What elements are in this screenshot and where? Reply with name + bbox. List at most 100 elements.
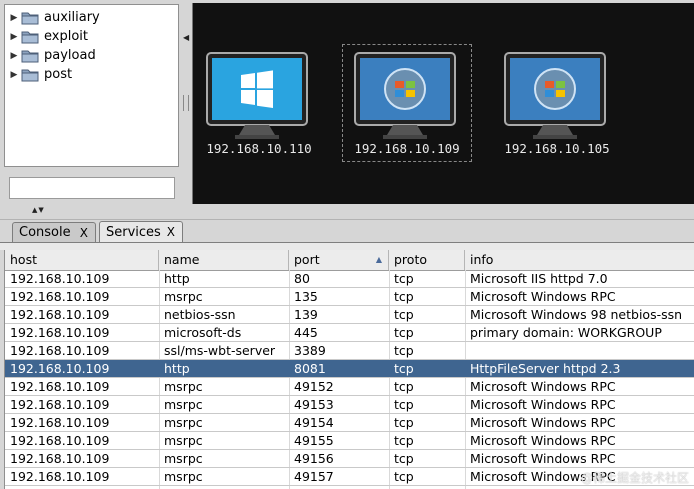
- cell-info: Microsoft Windows RPC: [470, 289, 616, 304]
- splitter-handle[interactable]: [183, 95, 189, 111]
- cell-port: 135: [294, 289, 318, 304]
- folder-icon: [21, 12, 39, 24]
- cell-name: msrpc: [164, 289, 203, 304]
- cell-port: 49152: [294, 379, 334, 394]
- targets-canvas[interactable]: 192.168.10.110 192.168.10.109 192.168.10…: [192, 3, 694, 204]
- cell-port: 445: [294, 325, 318, 340]
- column-header-name[interactable]: name: [159, 250, 289, 270]
- expand-arrow-icon[interactable]: ▶: [9, 32, 19, 42]
- table-row[interactable]: 192.168.10.109 msrpc 49156 tcp Microsoft Win…: [5, 450, 694, 468]
- cell-host: 192.168.10.109: [10, 343, 110, 358]
- expand-arrow-icon[interactable]: ▶: [9, 13, 19, 23]
- expand-arrow-icon[interactable]: ▶: [9, 51, 19, 61]
- cell-port: 49153: [294, 397, 334, 412]
- cell-info: Microsoft IIS httpd 7.0: [470, 271, 608, 286]
- table-row[interactable]: 192.168.10.109 microsoft-ds 445 tcp primary …: [5, 324, 694, 342]
- cell-host: 192.168.10.109: [10, 469, 110, 484]
- folder-icon: [21, 31, 39, 43]
- table-header: host name port ▲ proto info: [5, 250, 694, 271]
- table-row[interactable]: 192.168.10.109 ssl/ms-wbt-server 3389 tcp: [5, 342, 694, 360]
- table-row[interactable]: 192.168.10.109 msrpc 49153 tcp Microsoft Win…: [5, 396, 694, 414]
- cell-name: msrpc: [164, 415, 203, 430]
- tree-item-payload[interactable]: ▶ payload: [5, 46, 178, 65]
- cell-name: msrpc: [164, 451, 203, 466]
- tree-item-label: auxiliary: [44, 10, 100, 25]
- tree-item-label: exploit: [44, 29, 88, 44]
- tree-item-post[interactable]: ▶ post: [5, 65, 178, 84]
- cell-proto: tcp: [394, 415, 414, 430]
- column-header-proto[interactable]: proto: [389, 250, 465, 270]
- split-divider[interactable]: [0, 205, 694, 220]
- cell-info: [465, 342, 694, 360]
- cell-name: microsoft-ds: [164, 325, 242, 340]
- cell-info: Microsoft Windows RPC: [470, 379, 616, 394]
- services-table: host name port ▲ proto info 192.168.10.1…: [4, 250, 694, 489]
- column-header-port[interactable]: port ▲: [289, 250, 389, 270]
- cell-name: ssl/ms-wbt-server: [164, 343, 276, 358]
- cell-info: Microsoft Windows RPC: [470, 397, 616, 412]
- cell-proto: tcp: [394, 451, 414, 466]
- cell-info: Microsoft Windows RPC: [470, 415, 616, 430]
- table-row[interactable]: 192.168.10.109 netbios-ssn 139 tcp Microsoft…: [5, 306, 694, 324]
- sort-ascending-icon: ▲: [375, 255, 382, 264]
- cell-proto: tcp: [394, 307, 414, 322]
- split-arrows-icon[interactable]: ▲▼: [32, 206, 45, 214]
- cell-name: msrpc: [164, 433, 203, 448]
- column-header-info[interactable]: info: [465, 250, 694, 270]
- expand-arrow-icon[interactable]: ▶: [9, 70, 19, 80]
- cell-host: 192.168.10.109: [10, 271, 110, 286]
- table-row[interactable]: 192.168.10.109 msrpc 49155 tcp Microsoft Win…: [5, 432, 694, 450]
- folder-icon: [21, 69, 39, 81]
- watermark: @稀土掘金技术社区: [580, 471, 689, 485]
- target-host[interactable]: 192.168.10.105: [493, 45, 621, 161]
- cell-port: 49155: [294, 433, 334, 448]
- cell-proto: tcp: [394, 361, 414, 376]
- cell-proto: tcp: [394, 271, 414, 286]
- column-header-host[interactable]: host: [5, 250, 159, 270]
- tree-item-label: post: [44, 67, 73, 82]
- table-row[interactable]: 192.168.10.109 msrpc 49154 tcp Microsoft Win…: [5, 414, 694, 432]
- table-row-selected[interactable]: 192.168.10.109 http 8081 tcp HttpFileServer …: [5, 360, 694, 378]
- host-ip-label: 192.168.10.105: [504, 141, 610, 156]
- collapse-left-icon[interactable]: ◀: [183, 33, 189, 42]
- tab-console[interactable]: Console X: [12, 222, 96, 242]
- cell-host: 192.168.10.109: [10, 361, 110, 376]
- cell-host: 192.168.10.109: [10, 433, 110, 448]
- tab-services[interactable]: Services X: [99, 221, 183, 242]
- tree-item-exploit[interactable]: ▶ exploit: [5, 27, 178, 46]
- close-tab-button[interactable]: X: [80, 226, 88, 240]
- table-row[interactable]: 192.168.10.109 msrpc 135 tcp Microsoft Windo…: [5, 288, 694, 306]
- cell-host: 192.168.10.109: [10, 397, 110, 412]
- windows-vista-icon: [504, 52, 606, 139]
- target-host-selected[interactable]: 192.168.10.109: [342, 44, 472, 162]
- tree-item-auxiliary[interactable]: ▶ auxiliary: [5, 8, 178, 27]
- column-header-label: port: [294, 252, 320, 267]
- cell-port: 49156: [294, 451, 334, 466]
- table-row[interactable]: 192.168.10.109 msrpc 49152 tcp Microsoft Win…: [5, 378, 694, 396]
- cell-name: msrpc: [164, 469, 203, 484]
- cell-host: 192.168.10.109: [10, 325, 110, 340]
- tab-label: Services: [106, 224, 161, 240]
- cell-port: 80: [294, 271, 310, 286]
- module-search-input[interactable]: [9, 177, 175, 199]
- cell-name: msrpc: [164, 379, 203, 394]
- table-row[interactable]: 192.168.10.109 http 80 tcp Microsoft IIS htt…: [5, 270, 694, 288]
- tab-strip: [0, 242, 694, 250]
- target-host[interactable]: 192.168.10.110: [195, 45, 323, 161]
- windows-vista-icon: [354, 52, 456, 139]
- cell-proto: tcp: [394, 289, 414, 304]
- cell-name: netbios-ssn: [164, 307, 236, 322]
- cell-info: Microsoft Windows RPC: [470, 451, 616, 466]
- cell-host: 192.168.10.109: [10, 289, 110, 304]
- cell-host: 192.168.10.109: [10, 307, 110, 322]
- cell-proto: tcp: [394, 325, 414, 340]
- cell-proto: tcp: [394, 469, 414, 484]
- cell-proto: tcp: [394, 397, 414, 412]
- tree-item-label: payload: [44, 48, 96, 63]
- cell-port: 139: [294, 307, 318, 322]
- cell-port: 49157: [294, 469, 334, 484]
- cell-name: http: [164, 361, 190, 376]
- module-tree: ▶ auxiliary ▶ exploit ▶ payload ▶ post: [4, 4, 179, 167]
- close-tab-button[interactable]: X: [167, 225, 175, 239]
- cell-host: 192.168.10.109: [10, 379, 110, 394]
